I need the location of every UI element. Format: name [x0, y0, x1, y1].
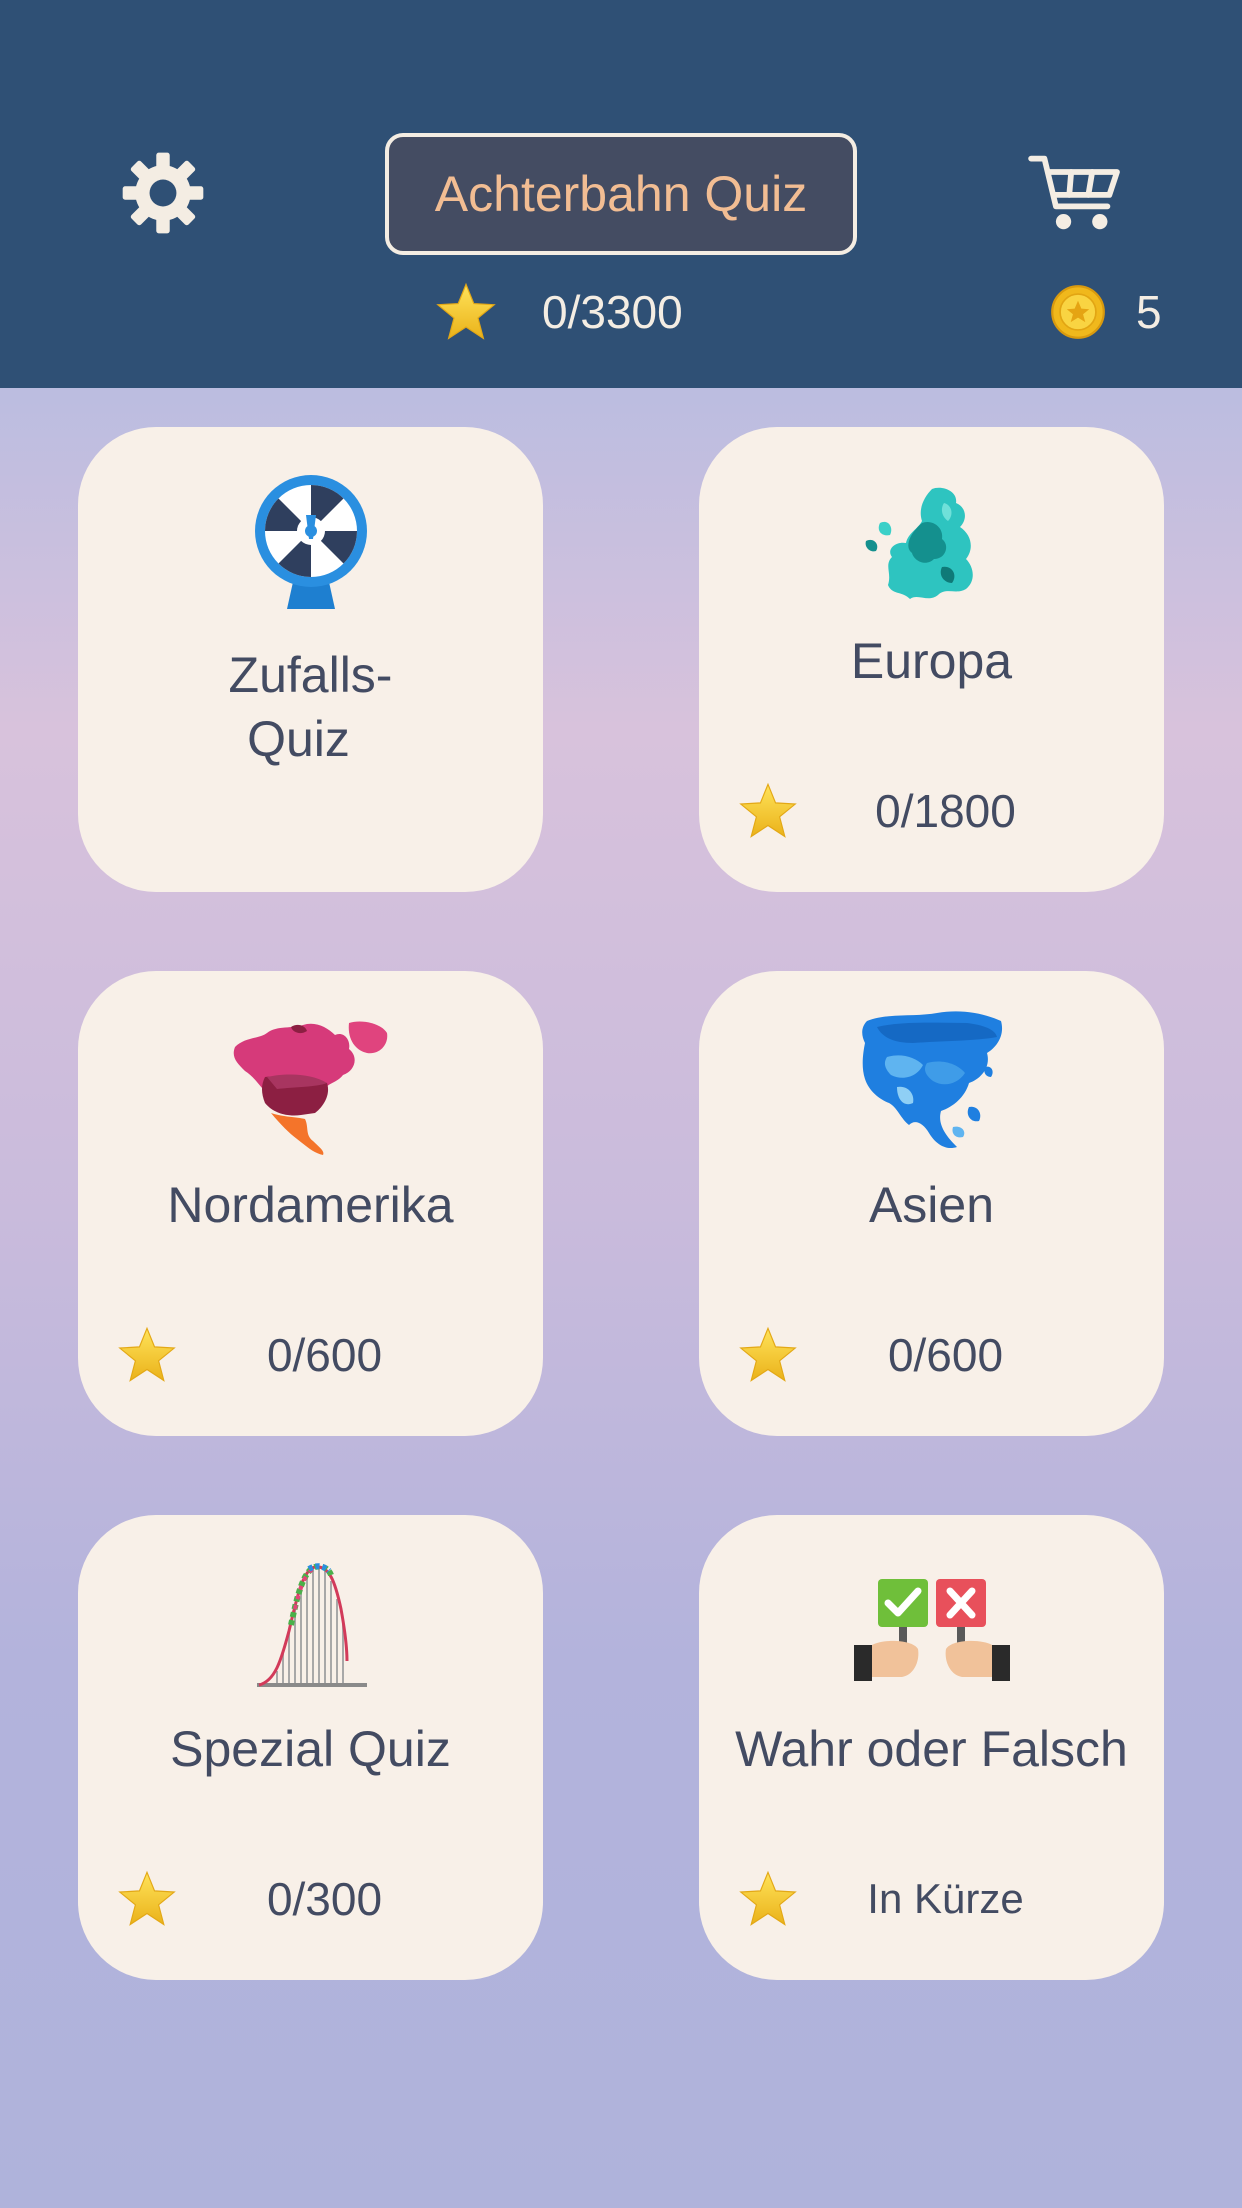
settings-button[interactable] — [116, 148, 210, 242]
star-icon — [739, 782, 797, 840]
card-progress: 0/600 — [739, 1324, 1124, 1386]
roller-coaster-icon — [251, 1561, 371, 1698]
star-icon — [436, 282, 496, 342]
gear-icon — [121, 151, 205, 240]
card-special-quiz[interactable]: Spezial Quiz 0/300 — [78, 1515, 543, 1980]
progress-value: 0/1800 — [875, 785, 1016, 837]
card-title-line2: Quiz — [247, 711, 350, 767]
card-progress: 0/1800 — [739, 780, 1124, 842]
card-random-quiz[interactable]: Zufalls- Quiz — [78, 427, 543, 892]
wheel-of-fortune-icon — [251, 473, 371, 618]
north-america-map-icon — [231, 1017, 391, 1162]
card-progress: In Kürze — [739, 1868, 1124, 1930]
card-north-america[interactable]: Nordamerika 0/600 — [78, 971, 543, 1436]
card-true-or-false[interactable]: Wahr oder Falsch In Kürze — [699, 1515, 1164, 1980]
total-score: 0/3300 — [436, 282, 683, 342]
star-icon — [118, 1326, 176, 1384]
card-title: Spezial Quiz — [170, 1721, 451, 1777]
card-title-line1: Zufalls- — [228, 647, 393, 703]
card-title: Wahr oder Falsch — [735, 1721, 1128, 1777]
top-header: Achterbahn Quiz 0/3300 5 — [0, 0, 1242, 388]
card-europe[interactable]: Europa 0/1800 — [699, 427, 1164, 892]
total-score-value: 0/3300 — [542, 286, 683, 338]
star-icon — [739, 1326, 797, 1384]
card-title: Zufalls- Quiz — [78, 643, 543, 771]
card-title: Europa — [850, 633, 1013, 689]
progress-value: 0/300 — [266, 1873, 383, 1925]
cart-icon — [1027, 151, 1123, 240]
progress-value: 0/600 — [887, 1329, 1004, 1381]
star-icon — [118, 1870, 176, 1928]
shop-button[interactable] — [1025, 150, 1125, 240]
card-title: Asien — [868, 1177, 995, 1233]
progress-value: 0/600 — [266, 1329, 383, 1381]
coming-soon-label: In Kürze — [867, 1875, 1024, 1922]
star-icon — [739, 1870, 797, 1928]
true-false-signs-icon — [852, 1579, 1012, 1688]
card-progress: 0/300 — [118, 1868, 503, 1930]
coin-count: 5 — [1136, 286, 1162, 338]
card-progress: 0/600 — [118, 1324, 503, 1386]
asia-map-icon — [857, 1007, 1007, 1162]
card-title: Nordamerika — [167, 1177, 454, 1233]
app-title: Achterbahn Quiz — [385, 133, 857, 255]
coin-icon — [1050, 284, 1106, 340]
coin-balance: 5 — [1050, 282, 1162, 342]
europe-map-icon — [862, 483, 1002, 618]
card-asia[interactable]: Asien 0/600 — [699, 971, 1164, 1436]
